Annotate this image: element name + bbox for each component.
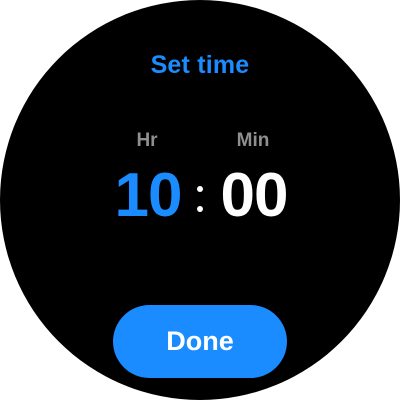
- time-separator: [196, 186, 204, 216]
- separator-dot-bottom: [197, 206, 203, 212]
- hour-label: Hr: [136, 130, 158, 151]
- watch-screen: Set time Hr Min 10 00 Done: [0, 0, 400, 400]
- separator-dot-top: [197, 186, 203, 192]
- minute-label: Min: [236, 130, 270, 151]
- page-title: Set time: [150, 51, 250, 79]
- hour-picker[interactable]: 10: [103, 161, 193, 231]
- minute-picker[interactable]: 00: [209, 161, 299, 231]
- done-button[interactable]: Done: [113, 305, 287, 378]
